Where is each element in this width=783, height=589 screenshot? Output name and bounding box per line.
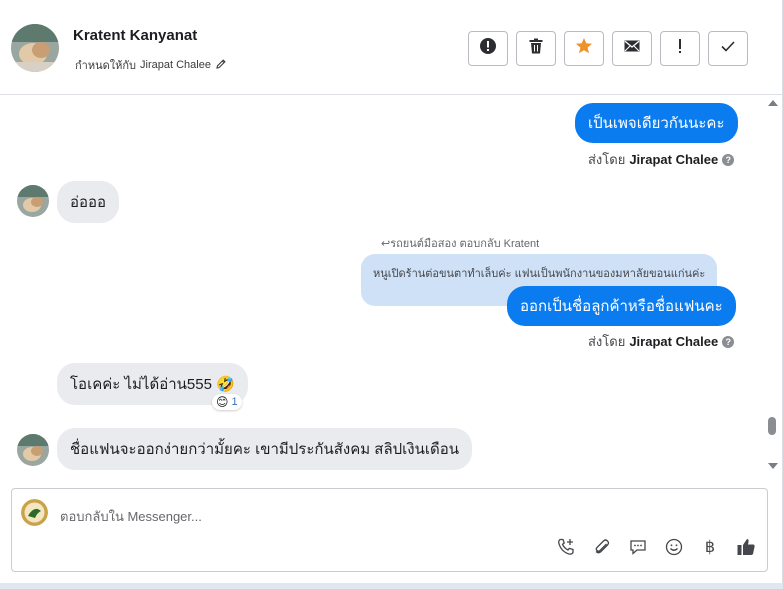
scroll-up-arrow-icon[interactable]	[768, 100, 778, 106]
thumbs-up-icon[interactable]	[735, 536, 757, 558]
smile-reaction-icon: 😊	[216, 395, 229, 409]
done-button[interactable]	[708, 31, 748, 66]
baht-icon[interactable]: ฿	[699, 536, 721, 558]
envelope-icon	[623, 37, 641, 60]
contact-name: Kratent Kanyanat	[73, 27, 198, 44]
message-bubble-incoming[interactable]: ชื่อแฟนจะออกง่ายกว่ามั้ยคะ เขามีประกันสั…	[57, 428, 473, 470]
phone-plus-icon[interactable]	[555, 536, 577, 558]
conversation-header: Kratent Kanyanat กำหนดให้กับ Jirapat Cha…	[0, 0, 782, 95]
star-button[interactable]	[564, 31, 604, 66]
mail-button[interactable]	[612, 31, 652, 66]
contact-avatar-small	[17, 185, 49, 217]
message-bubble-outgoing[interactable]: ออกเป็นชื่อลูกค้าหรือชื่อแฟนคะ	[507, 286, 736, 326]
reply-meta: ↩รถยนต์มือสอง ตอบกลับ Kratent	[381, 234, 539, 252]
message-bubble-outgoing[interactable]: เป็นเพจเดียวกันนะคะ	[575, 103, 738, 143]
contact-avatar[interactable]	[11, 24, 59, 72]
assignment-line: กำหนดให้กับ Jirapat Chalee	[75, 56, 227, 74]
alert-circle-icon	[479, 37, 497, 60]
checkmark-icon	[719, 37, 737, 60]
page-avatar	[21, 499, 48, 526]
reaction-count: 1	[231, 396, 238, 408]
star-icon	[575, 37, 593, 60]
conversation-panel: Kratent Kanyanat กำหนดให้กับ Jirapat Cha…	[0, 0, 783, 589]
contact-avatar-small	[17, 434, 49, 466]
sent-by-name: Jirapat Chalee	[629, 152, 719, 167]
trash-icon	[527, 37, 545, 60]
reaction-badge[interactable]: 😊 1	[212, 394, 242, 410]
sent-by-line: ส่งโดย Jirapat Chalee ?	[588, 149, 735, 170]
pencil-icon[interactable]	[215, 58, 227, 73]
delete-button[interactable]	[516, 31, 556, 66]
assignee-name: Jirapat Chalee	[140, 59, 211, 71]
reply-meta-text: รถยนต์มือสอง ตอบกลับ Kratent	[390, 238, 540, 250]
chat-bubble-icon[interactable]	[627, 536, 649, 558]
reply-input[interactable]: ตอบกลับใน Messenger...	[60, 506, 202, 527]
message-bubble-incoming[interactable]: อ่อออ	[57, 181, 120, 223]
thread-scrollbar[interactable]	[766, 96, 778, 476]
sent-by-prefix: ส่งโดย	[588, 334, 626, 349]
follow-up-button[interactable]	[660, 31, 700, 66]
sent-by-line: ส่งโดย Jirapat Chalee ?	[588, 331, 735, 352]
spam-button[interactable]	[468, 31, 508, 66]
header-actions	[468, 31, 748, 66]
help-icon[interactable]: ?	[722, 153, 735, 166]
reply-arrow-icon: ↩	[381, 238, 391, 250]
sent-by-name: Jirapat Chalee	[629, 334, 719, 349]
assign-prefix: กำหนดให้กับ	[75, 60, 137, 72]
message-thread[interactable]: เป็นเพจเดียวกันนะคะ ส่งโดย Jirapat Chale…	[0, 96, 765, 476]
help-icon[interactable]: ?	[722, 335, 735, 348]
bottom-strip	[0, 583, 783, 589]
reply-composer[interactable]: ตอบกลับใน Messenger... ฿	[11, 488, 768, 572]
scroll-down-arrow-icon[interactable]	[768, 463, 778, 469]
composer-tools: ฿	[555, 536, 757, 558]
paperclip-icon[interactable]	[591, 536, 613, 558]
sent-by-prefix: ส่งโดย	[588, 152, 626, 167]
exclamation-icon	[671, 37, 689, 60]
scrollbar-thumb[interactable]	[768, 417, 776, 435]
smiley-icon[interactable]	[663, 536, 685, 558]
